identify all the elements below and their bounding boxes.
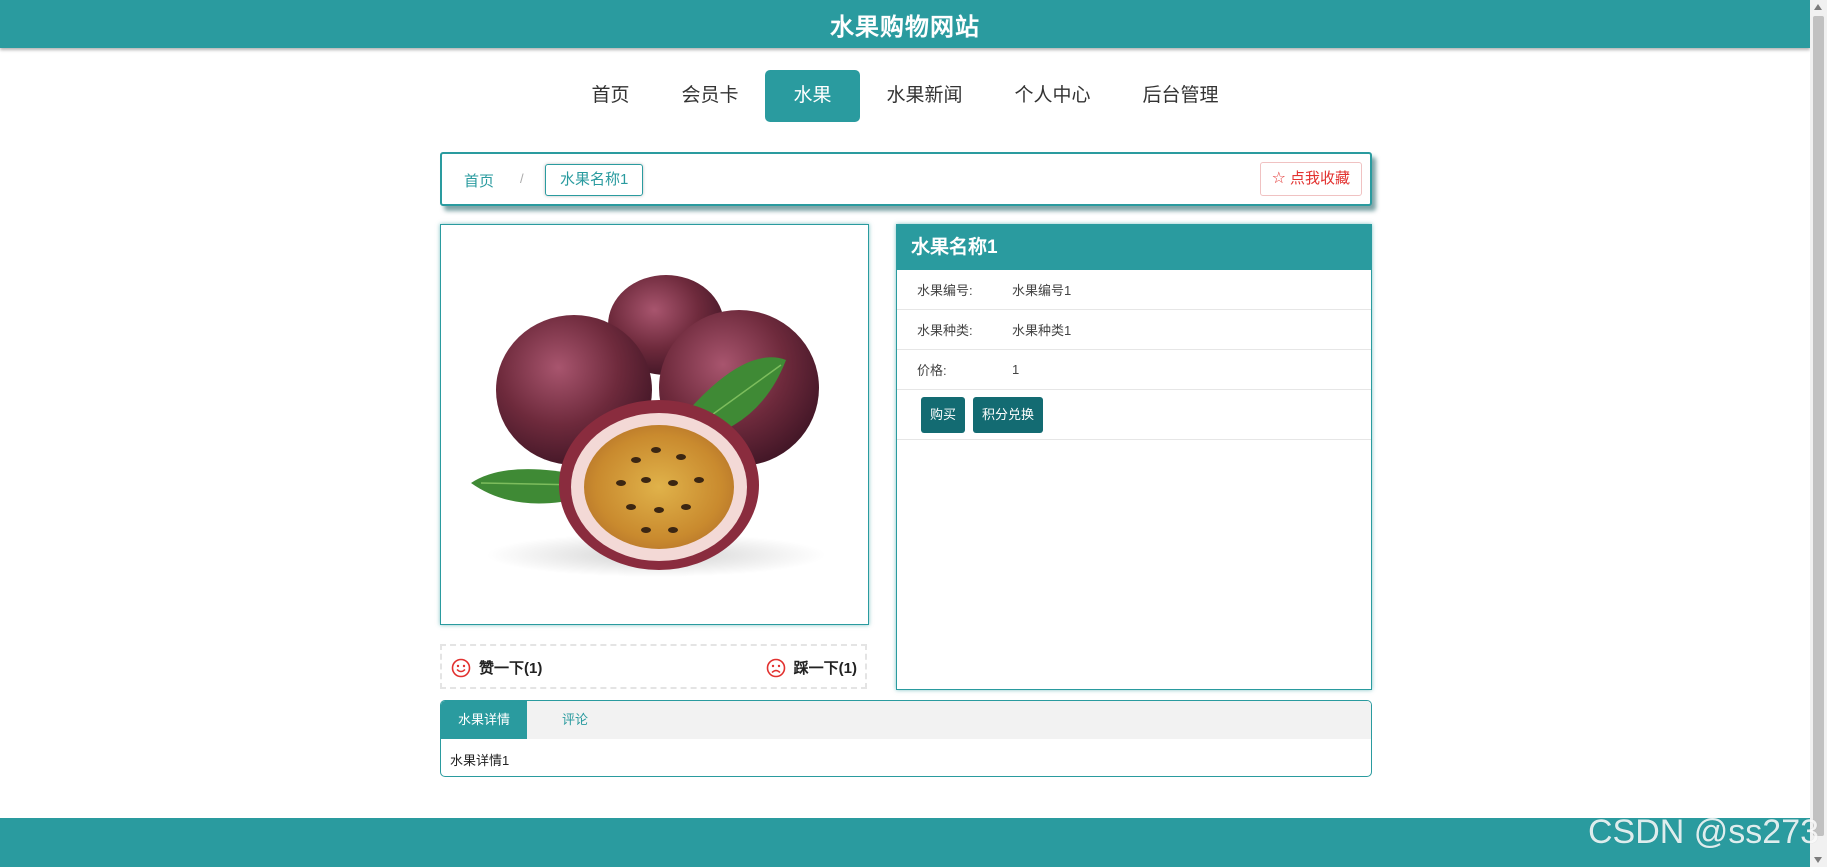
points-exchange-button[interactable]: 积分兑换	[973, 396, 1044, 433]
product-field-label: 水果编号:	[917, 283, 973, 298]
breadcrumb-current[interactable]: 水果名称1	[545, 164, 644, 196]
dislike-label: 踩一下(1)	[793, 660, 857, 677]
product-image	[471, 275, 826, 577]
product-field-value: 水果种类1	[1012, 323, 1072, 338]
product-field-value: 1	[1012, 362, 1020, 377]
favorite-button[interactable]: ☆ 点我收藏	[1259, 162, 1362, 196]
frown-icon	[766, 658, 785, 677]
tab-content: 水果详情1	[450, 753, 510, 768]
product-info-panel: 水果名称1 水果编号: 水果编号1 水果种类: 水果种类1 价格: 1 购买 积…	[896, 224, 1372, 690]
tab-fruit-detail[interactable]: 水果详情	[441, 701, 528, 739]
product-field-label: 价格:	[917, 363, 947, 378]
nav-item-admin[interactable]: 后台管理	[1118, 70, 1244, 122]
site-footer	[0, 818, 1810, 867]
watermark: CSDN @ss273	[1588, 813, 1820, 851]
favorite-button-label: 点我收藏	[1289, 170, 1350, 187]
product-field-row: 水果种类: 水果种类1	[897, 310, 1371, 350]
nav-item-member-card[interactable]: 会员卡	[656, 70, 763, 122]
scroll-down-arrow-icon[interactable]	[1814, 857, 1822, 863]
product-field-row: 价格: 1	[897, 350, 1371, 390]
breadcrumb-separator: /	[520, 171, 524, 186]
product-actions: 购买 积分兑换	[897, 390, 1371, 440]
scroll-up-arrow-icon[interactable]	[1814, 4, 1822, 10]
breadcrumb: 首页 / 水果名称1 ☆ 点我收藏	[440, 152, 1372, 206]
smile-icon	[451, 658, 471, 677]
buy-button[interactable]: 购买	[921, 396, 966, 433]
nav-item-personal-center[interactable]: 个人中心	[990, 70, 1116, 122]
tab-bar: 水果详情 评论	[441, 701, 1371, 739]
detail-tabs: 水果详情 评论 水果详情1	[440, 700, 1372, 777]
nav-item-fruit[interactable]: 水果	[765, 70, 860, 122]
scrollbar-thumb[interactable]	[1813, 16, 1824, 836]
site-header: 水果购物网站	[0, 0, 1810, 48]
nav-item-home[interactable]: 首页	[566, 70, 654, 122]
main-nav: 首页 会员卡 水果 水果新闻 个人中心 后台管理	[0, 70, 1810, 122]
vote-bar: 赞一下(1) 踩一下(1)	[440, 644, 867, 689]
product-name-heading: 水果名称1	[897, 225, 1371, 270]
product-image-frame	[440, 224, 869, 625]
star-icon: ☆	[1271, 170, 1286, 187]
product-field-row: 水果编号: 水果编号1	[897, 270, 1371, 310]
product-field-value: 水果编号1	[1012, 283, 1072, 298]
vertical-scrollbar[interactable]	[1810, 0, 1827, 867]
like-button[interactable]: 赞一下(1)	[451, 657, 542, 678]
nav-item-fruit-news[interactable]: 水果新闻	[862, 70, 988, 122]
tab-comments[interactable]: 评论	[527, 701, 623, 739]
like-label: 赞一下(1)	[479, 660, 543, 677]
product-field-label: 水果种类:	[917, 323, 973, 338]
dislike-button[interactable]: 踩一下(1)	[766, 657, 857, 678]
breadcrumb-home-link[interactable]: 首页	[464, 170, 494, 191]
site-title: 水果购物网站	[830, 13, 980, 41]
